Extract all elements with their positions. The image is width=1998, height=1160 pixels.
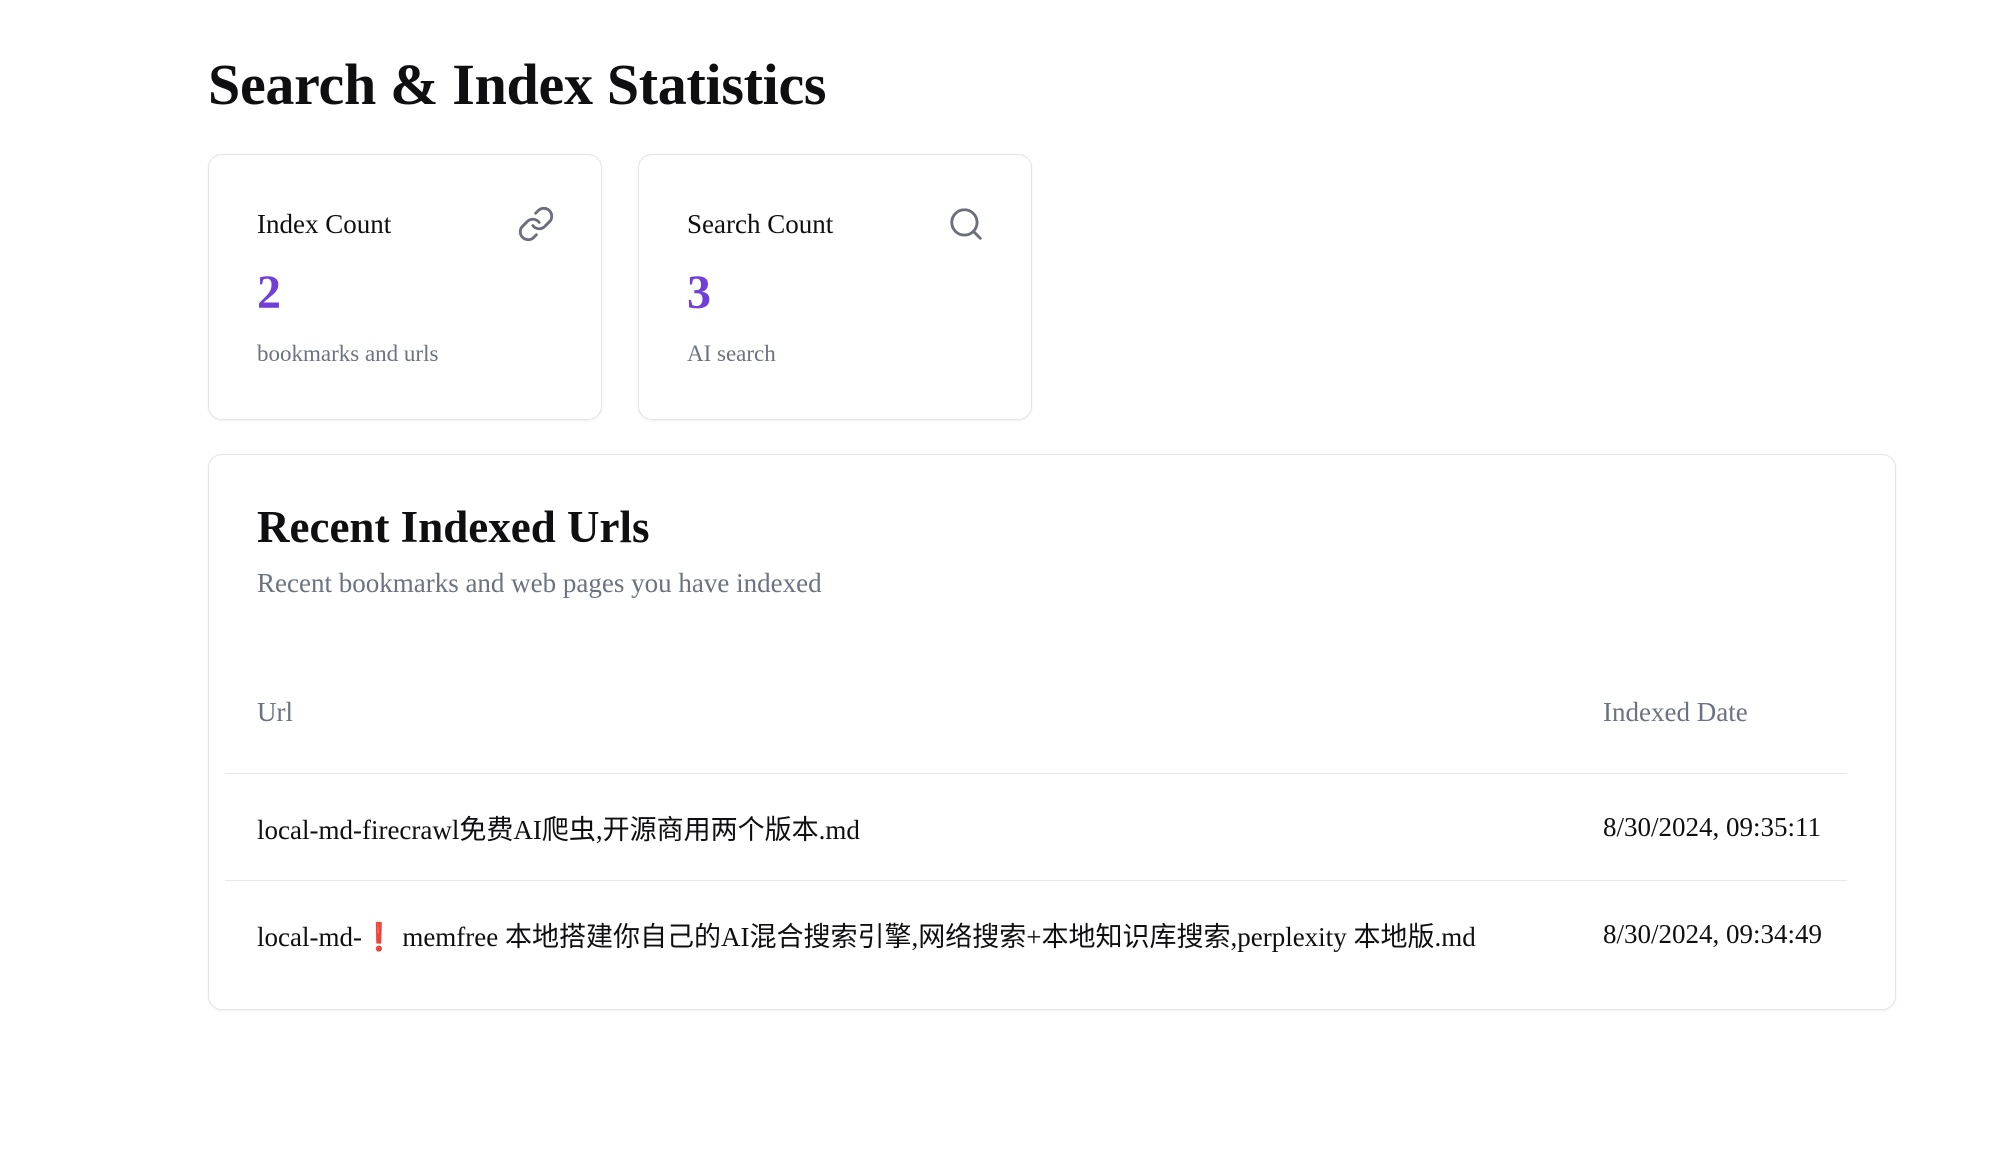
recent-urls-table: Url Indexed Date local-md-firecrawl免费AI爬… <box>225 667 1847 987</box>
column-header-indexed-date: Indexed Date <box>1603 696 1748 727</box>
table-header-row: Url Indexed Date <box>225 667 1847 774</box>
index-count-label: Index Count <box>257 209 392 239</box>
index-count-value: 2 <box>257 266 281 319</box>
table-row[interactable]: local-md-firecrawl免费AI爬虫,开源商用两个版本.md 8/3… <box>225 774 1847 881</box>
indexed-date-cell: 8/30/2024, 09:34:49 <box>1603 918 1823 949</box>
column-header-url: Url <box>257 696 293 727</box>
table-row[interactable]: local-md-❗ memfree 本地搭建你自己的AI混合搜索引擎,网络搜索… <box>225 881 1847 987</box>
statistics-page: Search & Index Statistics Index Count 2 … <box>0 0 1998 1160</box>
recent-title: Recent Indexed Urls <box>257 502 650 552</box>
indexed-date-cell: 8/30/2024, 09:35:11 <box>1603 811 1822 842</box>
search-count-label: Search Count <box>687 209 834 239</box>
link-icon <box>517 205 555 243</box>
recent-indexed-urls-card: Recent Indexed Urls Recent bookmarks and… <box>208 454 1896 1010</box>
recent-subtitle: Recent bookmarks and web pages you have … <box>257 568 822 598</box>
url-cell: local-md-firecrawl免费AI爬虫,开源商用两个版本.md <box>257 814 860 845</box>
page-title: Search & Index Statistics <box>208 52 827 117</box>
search-count-value: 3 <box>687 266 711 319</box>
index-count-card: Index Count 2 bookmarks and urls <box>208 154 602 420</box>
search-count-card: Search Count 3 AI search <box>638 154 1032 420</box>
search-count-caption: AI search <box>687 341 776 366</box>
index-count-caption: bookmarks and urls <box>257 341 439 366</box>
search-icon <box>947 205 985 243</box>
url-cell: local-md-❗ memfree 本地搭建你自己的AI混合搜索引擎,网络搜索… <box>257 921 1476 952</box>
